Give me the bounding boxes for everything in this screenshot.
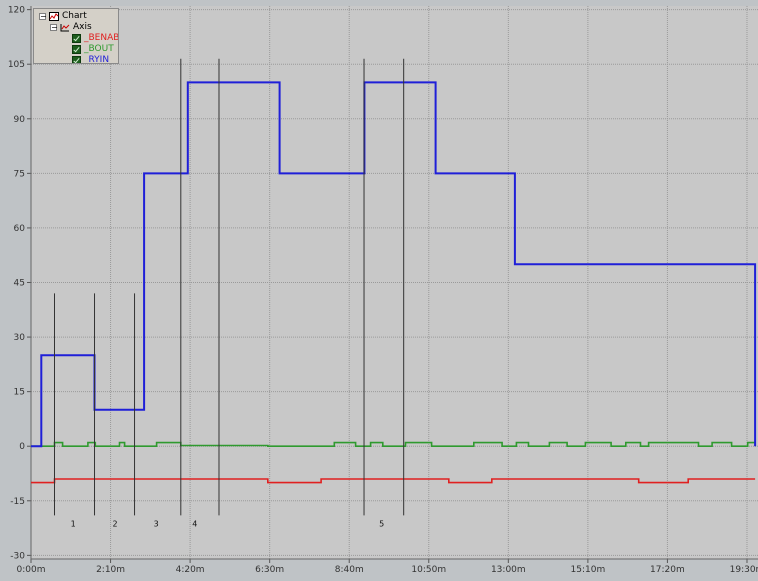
y-tick-label: 120 (8, 6, 25, 16)
legend-item-benabl[interactable]: _BENABL (72, 33, 119, 44)
chart-node-label: Chart (62, 11, 87, 21)
axis-node-label: Axis (73, 22, 92, 32)
legend-item-ryin[interactable]: _RYIN (72, 55, 110, 64)
marker-label: 3 (154, 519, 159, 528)
line-chart: -30-1501530456075901051200:00m 2:10m 4:20m… (8, 6, 758, 575)
x-tick-label: 2:10m (96, 565, 125, 575)
x-tick-label: 8:40m (335, 565, 364, 575)
y-tick-label: 15 (14, 388, 25, 398)
x-tick-label: 15:10m (571, 565, 606, 575)
chart-icon (49, 12, 59, 21)
x-tick-label: 0:00m (17, 565, 46, 575)
marker-label: 2 (113, 519, 118, 528)
series-label: _BOUT (84, 44, 114, 54)
x-tick-label: 10:50m (411, 565, 446, 575)
collapse-icon[interactable]: − (50, 24, 58, 32)
y-tick-label: 0 (19, 442, 25, 452)
marker-label: 4 (192, 519, 197, 528)
x-tick-label: 6:30m (255, 565, 284, 575)
plot-background (31, 6, 758, 559)
series-checkbox[interactable] (72, 56, 81, 63)
marker-label: 1 (71, 519, 76, 528)
y-tick-label: 60 (14, 224, 26, 234)
x-tick-label: 13:00m (491, 565, 526, 575)
legend-tree: − Chart − Axis _BENABL _BOUT _RYIN (33, 8, 119, 64)
y-tick-label: 75 (14, 169, 25, 179)
x-tick-label: 19:30m (730, 565, 758, 575)
axis-icon (60, 23, 70, 32)
tree-row-chart[interactable]: − Chart (39, 11, 87, 22)
series-checkbox[interactable] (72, 34, 81, 43)
y-tick-label: 45 (14, 279, 25, 289)
series-label: _BENABL (84, 33, 119, 43)
y-tick-label: -30 (10, 551, 25, 561)
y-tick-label: 105 (8, 60, 25, 70)
x-tick-label: 4:20m (176, 565, 205, 575)
tree-row-axis[interactable]: − Axis (50, 22, 92, 33)
series-label: _RYIN (84, 55, 110, 64)
legend-item-bout[interactable]: _BOUT (72, 44, 114, 55)
y-tick-label: -15 (10, 497, 25, 507)
y-tick-label: 90 (14, 115, 26, 125)
series-checkbox[interactable] (72, 45, 81, 54)
x-tick-label: 17:20m (650, 565, 685, 575)
marker-label: 5 (379, 519, 384, 528)
chart-area: -30 -15 0 15 30 45 60 75 90 105 120 0:00m 2:10m 4:20m… (0, 0, 758, 577)
y-tick-label: 30 (14, 333, 26, 343)
collapse-icon[interactable]: − (39, 13, 47, 21)
